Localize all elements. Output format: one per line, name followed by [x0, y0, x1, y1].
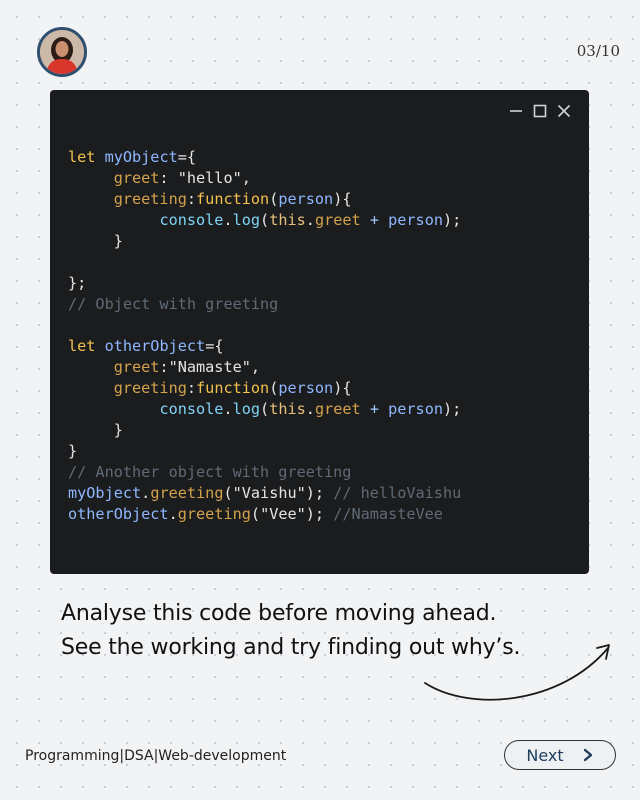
caption: Analyse this code before moving ahead. S…: [61, 597, 520, 665]
code-line: console.log(this.greet + person);: [159, 400, 462, 418]
next-button[interactable]: Next: [504, 740, 616, 770]
code-line: // Another object with greeting: [68, 463, 352, 481]
chevron-right-icon: [583, 748, 592, 762]
page-counter: 03/10: [576, 42, 620, 60]
code-line: let myObject={: [68, 148, 197, 166]
code-line: greet:"Namaste",: [113, 358, 261, 376]
code-line: console.log(this.greet + person);: [159, 211, 462, 229]
minimize-icon[interactable]: [509, 104, 523, 118]
code-line: }: [68, 442, 78, 460]
window-controls: [509, 104, 571, 118]
code-line: let otherObject={: [68, 337, 224, 355]
caption-line-2: See the working and try finding out why’…: [61, 635, 521, 660]
code-line: }: [68, 232, 123, 250]
caption-line-1: Analyse this code before moving ahead.: [61, 601, 497, 626]
code-line: greeting:function(person){: [113, 379, 352, 397]
code-line: greet: "hello",: [113, 169, 251, 187]
code-line: otherObject.greeting("Vee"); //NamasteVe…: [68, 505, 443, 523]
next-button-label: Next: [526, 745, 564, 765]
footer-tagline: Programming|DSA|Web-development: [25, 748, 287, 764]
code-block: let myObject={ greet: "hello", greeting:…: [68, 147, 461, 525]
person-avatar-icon: [40, 30, 84, 74]
code-line: myObject.greeting("Vaishu"); // helloVai…: [68, 484, 462, 502]
code-line: };: [68, 274, 87, 292]
code-line: // Object with greeting: [68, 295, 279, 313]
avatar: [37, 27, 87, 77]
code-window: let myObject={ greet: "hello", greeting:…: [50, 90, 589, 574]
close-icon[interactable]: [557, 104, 571, 118]
maximize-icon[interactable]: [533, 104, 547, 118]
code-line: }: [68, 421, 123, 439]
code-line: greeting:function(person){: [113, 190, 352, 208]
